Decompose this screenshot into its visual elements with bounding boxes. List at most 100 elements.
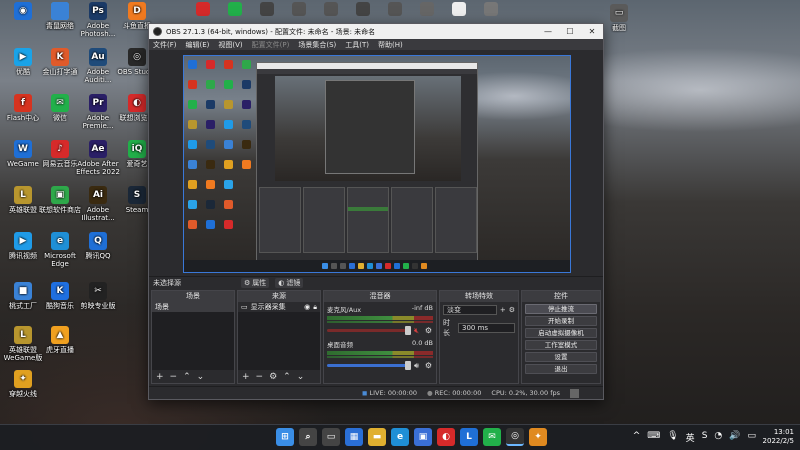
volume-slider[interactable] [327, 361, 411, 370]
preview-app-icon [188, 120, 197, 129]
transition-select[interactable]: 淡变 [443, 305, 497, 315]
store-taskbar-button[interactable]: ▣ [414, 428, 432, 446]
widgets-taskbar-button[interactable]: ▦ [345, 428, 363, 446]
app-icon: L [14, 326, 32, 344]
desktop-icon[interactable]: Q 腾讯QQ [75, 232, 121, 260]
exit-button[interactable]: 退出 [525, 364, 597, 374]
menu-help[interactable]: 帮助(H) [378, 40, 403, 50]
desktop-icon[interactable]: ✂ 剪映专业版 [75, 282, 121, 310]
file-explorer-taskbar-button[interactable]: ▬ [368, 428, 386, 446]
desktop-icon[interactable] [480, 2, 502, 18]
menu-file[interactable]: 文件(F) [153, 40, 177, 50]
desktop-icon[interactable] [320, 2, 342, 18]
desktop-icon[interactable]: ✦ 穿越火线 [0, 370, 46, 398]
menu-profile[interactable]: 配置文件(P) [252, 40, 290, 50]
gear-icon[interactable]: ⚙ [509, 306, 515, 314]
remove-scene-button[interactable]: − [170, 372, 178, 382]
obs-window[interactable]: OBS 27.1.3 (64-bit, windows) - 配置文件: 未命名… [148, 23, 604, 400]
edge-taskbar-button[interactable]: e [391, 428, 409, 446]
desktop-icon[interactable]: ▲ 虎牙直播 [37, 326, 83, 354]
move-down-button[interactable]: ⌄ [297, 372, 305, 382]
add-scene-button[interactable]: + [156, 372, 164, 382]
settings-button[interactable]: 设置 [525, 352, 597, 362]
app-taskbar-button[interactable]: ✦ [529, 428, 547, 446]
desktop-icon[interactable] [224, 2, 246, 18]
clock[interactable]: 13:01 2022/2/5 [763, 428, 794, 446]
tray-icon[interactable]: 🎙 [667, 431, 678, 444]
desktop-icon[interactable] [192, 2, 214, 18]
app-icon: Ps [89, 2, 107, 20]
eye-icon[interactable]: ◉ [304, 302, 310, 312]
tray-icon[interactable]: 🔊 [729, 431, 740, 444]
tray-icon[interactable]: ▭ [747, 431, 756, 444]
desktop-icon[interactable]: 青鼠网络 [37, 2, 83, 30]
transitions-title: 转场特效 [440, 291, 518, 302]
desktop-icon-label: 桃式工厂 [9, 302, 37, 310]
scene-item[interactable]: 场景 [152, 302, 234, 312]
tray-icon[interactable]: 英 [686, 431, 695, 444]
app-icon: Pr [89, 94, 107, 112]
move-up-button[interactable]: ⌃ [183, 372, 191, 382]
preview-app-icon [242, 80, 251, 89]
title-bar[interactable]: OBS 27.1.3 (64-bit, windows) - 配置文件: 未命名… [149, 24, 603, 39]
tray-icon[interactable]: ◔ [714, 431, 722, 444]
windows-start-taskbar-button[interactable]: ⊞ [276, 428, 294, 446]
studio-mode-button[interactable]: 工作室模式 [525, 340, 597, 350]
app-icon: ✦ [14, 370, 32, 388]
gear-icon: ⚙ [244, 278, 251, 287]
task-view-taskbar-button[interactable]: ▭ [322, 428, 340, 446]
gear-icon[interactable]: ⚙ [424, 326, 433, 335]
tray-icon[interactable]: ⌨ [647, 431, 660, 444]
remove-source-button[interactable]: − [256, 372, 264, 382]
minimize-button[interactable]: — [537, 27, 559, 36]
status-bar: ◼ LIVE: 00:00:00 ● REC: 00:00:00 CPU: 0.… [149, 386, 603, 399]
preview-app-icon [242, 120, 251, 129]
preview-area [149, 50, 603, 276]
preview-app-icon [224, 60, 233, 69]
desktop-icon[interactable] [288, 2, 310, 18]
desktop-icon[interactable] [448, 2, 470, 18]
menu-view[interactable]: 视图(V) [218, 40, 242, 50]
source-settings-button[interactable]: ⚙ [269, 372, 277, 382]
desktop-icon[interactable] [416, 2, 438, 18]
app-icon: ▲ [51, 326, 69, 344]
preview-canvas[interactable] [183, 55, 571, 273]
start-recording-button[interactable]: 开始录制 [525, 316, 597, 326]
tray-icon[interactable]: ^ [633, 431, 641, 444]
gear-icon[interactable]: ⚙ [424, 361, 433, 370]
volume-meter-secondary [327, 356, 433, 358]
search-taskbar-button[interactable]: ⌕ [299, 428, 317, 446]
obs-taskbar-button[interactable]: ◎ [506, 428, 524, 446]
desktop-icon[interactable] [256, 2, 278, 18]
start-virtual-camera-button[interactable]: 启动虚拟摄像机 [525, 328, 597, 338]
stop-streaming-button[interactable]: 停止推流 [525, 304, 597, 314]
volume-slider[interactable] [327, 326, 411, 335]
filters-button[interactable]: ◐ 滤镜 [275, 277, 304, 288]
desktop-icon[interactable] [352, 2, 374, 18]
lenovo-l-taskbar-button[interactable]: L [460, 428, 478, 446]
plus-icon[interactable]: + [500, 306, 506, 314]
tray-icon[interactable]: S [702, 431, 708, 444]
desktop-icon-label: 酷狗音乐 [46, 302, 74, 310]
app-icon [51, 2, 69, 20]
menu-edit[interactable]: 编辑(E) [186, 40, 210, 50]
source-item[interactable]: ▭ 显示器采集 ◉ 🔒︎ [238, 302, 320, 312]
speaker-muted-icon[interactable]: 🔇︎ [412, 326, 421, 335]
add-source-button[interactable]: + [242, 372, 250, 382]
lenovo-taskbar-button[interactable]: ◐ [437, 428, 455, 446]
close-button[interactable]: ✕ [581, 27, 603, 36]
properties-button[interactable]: ⚙ 属性 [241, 277, 270, 288]
lock-icon[interactable]: 🔒︎ [313, 302, 317, 312]
menu-scene-collection[interactable]: 场景集合(S) [298, 40, 336, 50]
menu-tools[interactable]: 工具(T) [345, 40, 369, 50]
desktop-icon-label: Adobe Premie... [82, 114, 114, 130]
app-icon: Ae [89, 140, 107, 158]
move-up-button[interactable]: ⌃ [283, 372, 291, 382]
obs-app-icon [153, 27, 162, 36]
maximize-button[interactable]: ☐ [559, 27, 581, 36]
desktop-icon[interactable] [384, 2, 406, 18]
wechat-taskbar-button[interactable]: ✉ [483, 428, 501, 446]
speaker-icon[interactable]: 🔊︎ [412, 361, 421, 370]
move-down-button[interactable]: ⌄ [197, 372, 205, 382]
duration-input[interactable]: 300 ms [458, 323, 515, 333]
